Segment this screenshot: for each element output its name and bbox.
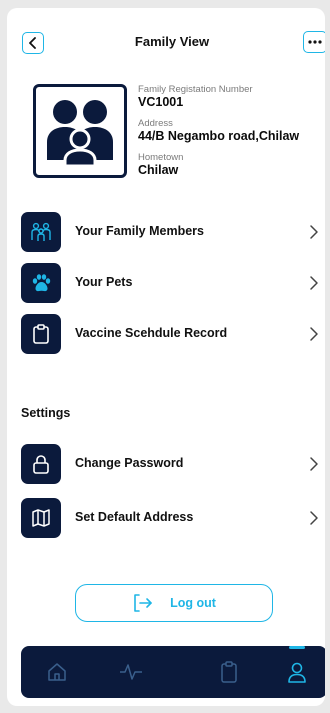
clipboard-icon [221,661,237,683]
logout-label: Log out [170,596,216,610]
nav-profile[interactable] [285,659,309,685]
address-label: Address [138,118,173,129]
nav-home[interactable] [45,659,69,685]
user-icon [288,662,306,683]
family-avatar [33,84,127,178]
chevron-right-icon [310,225,318,239]
home-icon [48,663,66,681]
menu-item-label: Your Family Members [75,224,204,238]
activity-icon [120,664,142,680]
menu-item-pets[interactable]: Your Pets [21,263,321,303]
settings-item-change-password[interactable]: Change Password [21,444,321,484]
map-icon [32,509,50,527]
family-icon [31,222,51,241]
lock-icon [33,455,49,474]
more-options-button[interactable] [303,31,325,53]
active-tab-indicator [289,646,305,649]
hometown-value: Chilaw [138,163,179,177]
logout-button[interactable]: Log out [75,584,273,622]
nav-activity[interactable] [119,659,143,685]
menu-item-label: Vaccine Scehdule Record [75,326,228,340]
settings-item-default-address[interactable]: Set Default Address [21,498,321,538]
chevron-right-icon [310,511,318,525]
settings-item-label: Set Default Address [75,510,194,524]
hometown-label: Hometown [138,152,184,163]
settings-item-label: Change Password [75,456,184,470]
screen: Family View Family Registation Number VC… [7,8,325,706]
page-title: Family View [134,34,210,49]
chevron-right-icon [310,457,318,471]
nav-records[interactable] [217,659,241,685]
chevron-right-icon [310,327,318,341]
menu-item-vaccine-record[interactable]: Vaccine Scehdule Record [21,314,321,354]
registration-label: Family Registation Number [138,84,253,95]
family-info: Family Registation Number VC1001 Address… [138,84,323,186]
address-value: 44/B Negambo road,Chilaw [138,129,300,143]
bottom-nav [21,646,325,698]
more-icon [308,40,322,44]
paw-icon [32,274,51,292]
chevron-right-icon [310,276,318,290]
family-avatar-icon [47,100,113,168]
menu-item-label: Your Pets [75,275,133,289]
logout-icon [134,594,152,612]
registration-value: VC1001 [138,95,184,109]
header: Family View [7,8,325,64]
menu-item-family-members[interactable]: Your Family Members [21,212,321,252]
settings-heading: Settings [21,406,71,420]
clipboard-icon [33,324,49,344]
